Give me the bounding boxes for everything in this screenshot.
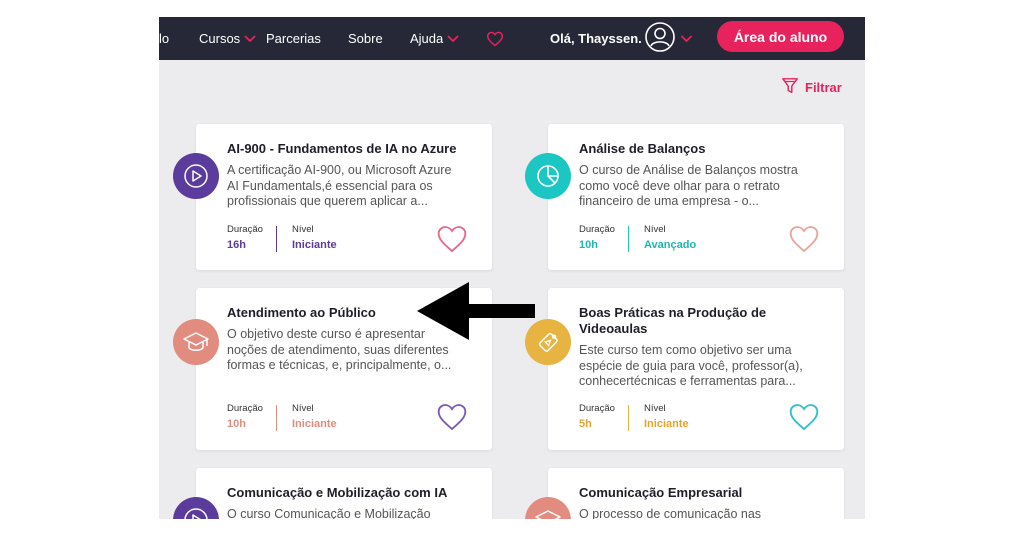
course-description: O curso de Análise de Balanços mostra co… [579, 163, 829, 210]
play-icon [173, 497, 219, 519]
level-label: Nível [292, 403, 314, 414]
course-description: O curso Comunicação e Mobilização [227, 507, 477, 519]
duration-label: Duração [579, 403, 615, 414]
course-title[interactable]: AI-900 - Fundamentos de IA no Azure [227, 141, 477, 157]
chevron-down-icon [680, 34, 693, 43]
course-title-line: Videoaulas [579, 321, 648, 336]
nav-item-partnerships-label: Parcerias [266, 31, 321, 46]
nav-item-courses-label: Cursos [199, 31, 241, 46]
pie-chart-icon [525, 153, 571, 199]
level-label: Nível [644, 403, 666, 414]
student-area-button[interactable]: Área do aluno [717, 21, 844, 52]
duration-value: 16h [227, 239, 246, 251]
favorite-heart-icon[interactable] [436, 402, 468, 432]
course-card[interactable]: Comunicação e Mobilização com IA O curso… [173, 468, 492, 519]
course-description: Este curso tem como objetivo ser uma esp… [579, 343, 829, 390]
meta-divider [276, 226, 277, 252]
favorite-heart-icon[interactable] [788, 224, 820, 254]
nav-item-help-label: Ajuda [410, 31, 444, 46]
graduation-cap-icon [525, 497, 571, 519]
duration-value: 10h [579, 239, 598, 251]
course-description-line: como você deve olhar para o retrato [579, 178, 780, 193]
level-label: Nível [644, 224, 666, 235]
funnel-icon [781, 77, 805, 98]
meta-divider [628, 226, 629, 252]
chevron-down-icon [447, 34, 459, 43]
play-icon [173, 153, 219, 199]
avatar-icon [644, 21, 676, 56]
duration-label: Duração [227, 403, 263, 414]
nav-item-partnerships[interactable]: Parcerias [266, 17, 321, 60]
course-card[interactable]: Comunicação Empresarial O processo de co… [525, 468, 844, 519]
course-description-line: O processo de comunicação nas [579, 507, 762, 519]
level-value: Avançado [644, 239, 697, 251]
course-title[interactable]: Comunicação Empresarial [579, 485, 829, 501]
nav-item-help[interactable]: Ajuda [410, 17, 459, 60]
duration-value: 5h [579, 418, 592, 430]
level-value: Iniciante [644, 418, 689, 430]
course-title[interactable]: Comunicação e Mobilização com IA [227, 485, 477, 501]
course-description: A certificação AI-900, ou Microsoft Azur… [227, 163, 477, 210]
duration-label: Duração [579, 224, 615, 235]
browser-viewport: lo Cursos Parcerias Sobre Ajuda Olá, Tha… [159, 17, 865, 519]
nav-item-partial-label: lo [159, 31, 170, 46]
course-description: O processo de comunicação nas [579, 507, 829, 519]
course-description-line: profissionais que querem aplicar a... [227, 194, 428, 208]
filter-button[interactable]: Filtrar [781, 77, 842, 98]
user-greeting[interactable]: Olá, Thayssen. [550, 17, 642, 60]
annotation-arrow-icon [417, 282, 535, 340]
user-avatar-menu[interactable] [644, 17, 693, 60]
course-description-line: Este curso tem como objetivo ser uma [579, 343, 792, 357]
favorite-heart-icon[interactable] [436, 224, 468, 254]
course-title[interactable]: Boas Práticas na Produção de Videoaulas [579, 305, 829, 337]
level-value: Iniciante [292, 239, 337, 251]
graduation-cap-icon [173, 319, 219, 365]
course-description-line: AI Fundamentals,é essencial para os [227, 178, 433, 193]
course-card[interactable]: Boas Práticas na Produção de Videoaulas … [525, 288, 844, 450]
favorite-heart-icon[interactable] [788, 402, 820, 432]
course-card[interactable]: Análise de Balanços O curso de Análise d… [525, 124, 844, 270]
level-value: Iniciante [292, 418, 337, 430]
duration-label: Duração [227, 224, 263, 235]
course-description-line: O curso Comunicação e Mobilização [227, 507, 431, 519]
nav-item-about[interactable]: Sobre [348, 17, 383, 60]
course-description-line: formas e técnicas, e, principalmente, o.… [227, 358, 452, 372]
nav-item-partial[interactable]: lo [159, 17, 169, 60]
meta-divider [276, 405, 277, 431]
course-description-line: noções de atendimento, suas diferentes [227, 342, 449, 357]
nav-item-about-label: Sobre [348, 31, 383, 46]
course-card[interactable]: AI-900 - Fundamentos de IA no Azure A ce… [173, 124, 492, 270]
course-description-line: financeiro de uma empresa - o... [579, 194, 759, 208]
nav-item-courses[interactable]: Cursos [199, 17, 256, 60]
duration-value: 10h [227, 418, 246, 430]
course-description-line: A certificação AI-900, ou Microsoft Azur… [227, 163, 452, 177]
filter-label: Filtrar [805, 80, 842, 95]
favorites-heart-icon[interactable] [486, 17, 504, 60]
course-title-line: Boas Práticas na Produção de [579, 305, 767, 320]
chevron-down-icon [244, 34, 256, 43]
course-title[interactable]: Análise de Balanços [579, 141, 829, 157]
level-label: Nível [292, 224, 314, 235]
top-navbar: lo Cursos Parcerias Sobre Ajuda Olá, Tha… [159, 17, 865, 60]
course-description-line: conhecertécnicas e ferramentas para... [579, 374, 796, 388]
course-description-line: espécie de guia para você, professor(a), [579, 358, 803, 373]
user-greeting-label: Olá, Thayssen. [550, 31, 642, 46]
course-description-line: O curso de Análise de Balanços mostra [579, 163, 798, 177]
meta-divider [628, 405, 629, 431]
